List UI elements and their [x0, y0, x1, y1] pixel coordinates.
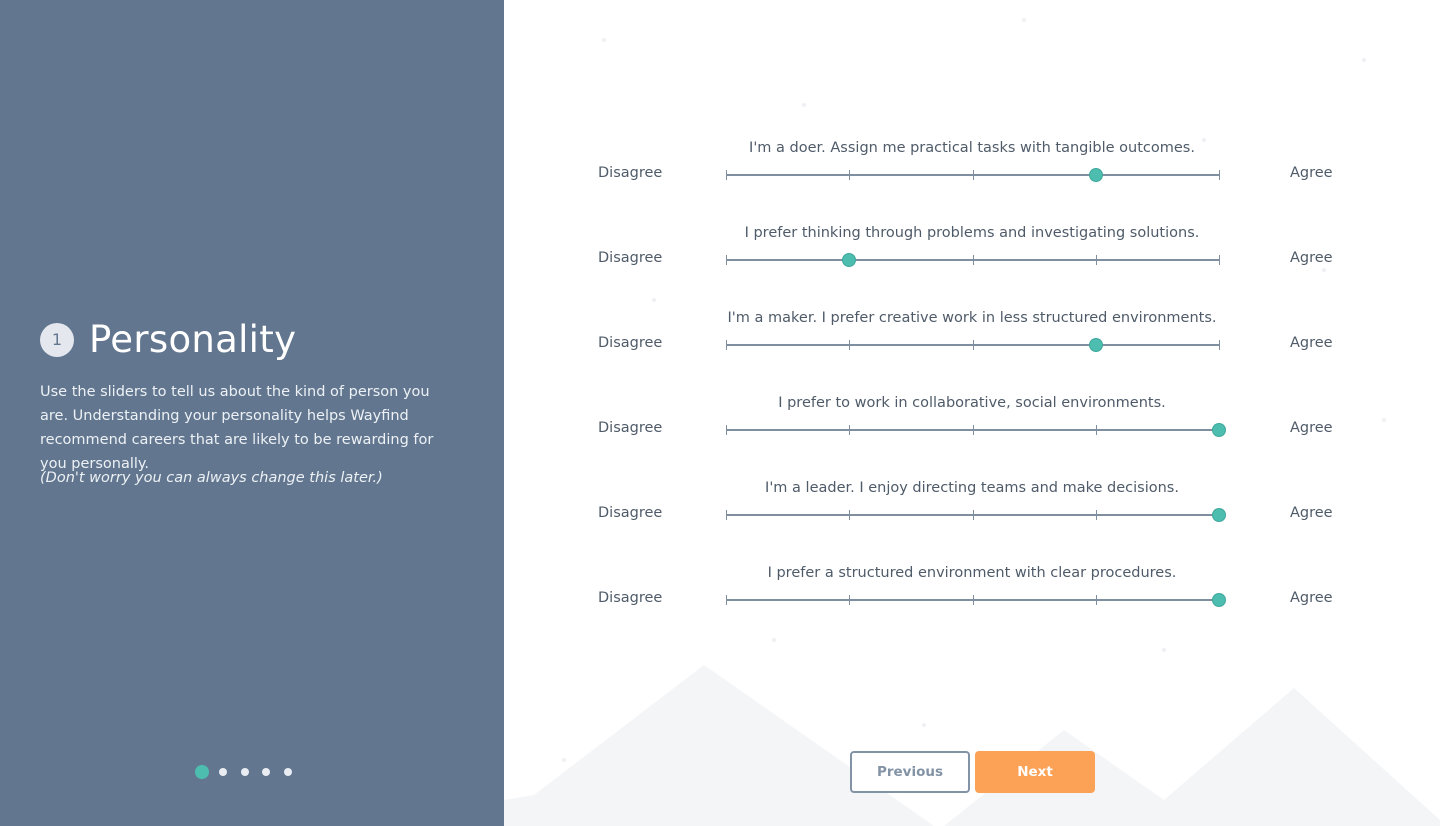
- slider-thumb[interactable]: [1213, 509, 1225, 521]
- agree-label: Agree: [1290, 250, 1333, 266]
- slider-tick: [972, 510, 974, 520]
- slider-tick: [972, 425, 974, 435]
- agree-label: Agree: [1290, 335, 1333, 351]
- slider-tick: [849, 595, 851, 605]
- questions-panel: I'm a doer. Assign me practical tasks wi…: [504, 0, 1440, 826]
- previous-button[interactable]: Previous: [850, 751, 970, 793]
- disagree-label: Disagree: [598, 590, 663, 606]
- page-title: Personality: [89, 318, 297, 361]
- likert-slider[interactable]: [726, 420, 1225, 440]
- slider-tick: [849, 170, 851, 180]
- likert-slider[interactable]: [726, 165, 1220, 185]
- slider-tick: [1095, 425, 1097, 435]
- disagree-label: Disagree: [598, 165, 663, 181]
- slider-tick: [849, 425, 851, 435]
- slider-thumb[interactable]: [1089, 339, 1102, 351]
- step-number-badge: 1: [40, 322, 74, 357]
- progress-dot-5[interactable]: [283, 768, 292, 776]
- slider-tick: [1219, 170, 1220, 180]
- step-progress-dots: [195, 765, 305, 779]
- slider-tick: [726, 340, 727, 350]
- slider-thumb[interactable]: [843, 254, 856, 266]
- step-description: Use the sliders to tell us about the kin…: [40, 384, 434, 472]
- question-row: I prefer thinking through problems and i…: [504, 225, 1440, 285]
- progress-dot-2[interactable]: [219, 768, 227, 776]
- slider-tick: [1095, 595, 1097, 605]
- slider-thumb[interactable]: [1213, 594, 1225, 606]
- question-text: I prefer thinking through problems and i…: [744, 225, 1200, 241]
- slider-tick: [972, 595, 974, 605]
- slider-tick: [726, 595, 727, 605]
- slider-thumb[interactable]: [1089, 169, 1102, 181]
- agree-label: Agree: [1290, 590, 1333, 606]
- progress-dot-3[interactable]: [240, 768, 249, 776]
- likert-slider[interactable]: [726, 590, 1225, 610]
- slider-tick: [972, 255, 974, 265]
- question-row: I'm a maker. I prefer creative work in l…: [504, 310, 1440, 370]
- slider-tick: [726, 425, 727, 435]
- likert-slider[interactable]: [726, 250, 1220, 270]
- slider-tick: [972, 170, 974, 180]
- slider-tick: [849, 510, 851, 520]
- disagree-label: Disagree: [598, 335, 663, 351]
- slider-tick: [849, 340, 851, 350]
- slider-tick: [1095, 510, 1097, 520]
- progress-dot-4[interactable]: [262, 768, 270, 776]
- question-row: I'm a doer. Assign me practical tasks wi…: [504, 140, 1440, 200]
- slider-tick: [726, 510, 727, 520]
- disagree-label: Disagree: [598, 420, 663, 436]
- question-text: I prefer to work in collaborative, socia…: [778, 395, 1166, 411]
- agree-label: Agree: [1290, 420, 1333, 436]
- likert-slider[interactable]: [726, 335, 1220, 355]
- question-text: I'm a maker. I prefer creative work in l…: [727, 310, 1217, 326]
- step-header: 1 Personality: [40, 318, 296, 361]
- slider-tick: [726, 255, 727, 265]
- question-row: I'm a leader. I enjoy directing teams an…: [504, 480, 1440, 540]
- agree-label: Agree: [1290, 165, 1333, 181]
- question-text: I'm a leader. I enjoy directing teams an…: [765, 480, 1179, 496]
- disagree-label: Disagree: [598, 505, 663, 521]
- slider-tick: [726, 170, 727, 180]
- question-text: I prefer a structured environment with c…: [767, 565, 1177, 581]
- question-text: I'm a doer. Assign me practical tasks wi…: [749, 140, 1195, 156]
- step-note: (Don't worry you can always change this …: [40, 470, 383, 486]
- question-row: I prefer a structured environment with c…: [504, 565, 1440, 625]
- sidebar-panel: 1 Personality Use the sliders to tell us…: [0, 0, 504, 826]
- likert-slider[interactable]: [726, 505, 1225, 525]
- slider-tick: [1219, 340, 1220, 350]
- next-button[interactable]: Next: [975, 751, 1095, 793]
- question-row: I prefer to work in collaborative, socia…: [504, 395, 1440, 455]
- disagree-label: Disagree: [598, 250, 663, 266]
- agree-label: Agree: [1290, 505, 1333, 521]
- progress-dot-1[interactable]: [195, 765, 209, 779]
- slider-tick: [1219, 255, 1220, 265]
- slider-thumb[interactable]: [1213, 424, 1225, 436]
- slider-tick: [1095, 255, 1097, 265]
- slider-tick: [972, 340, 974, 350]
